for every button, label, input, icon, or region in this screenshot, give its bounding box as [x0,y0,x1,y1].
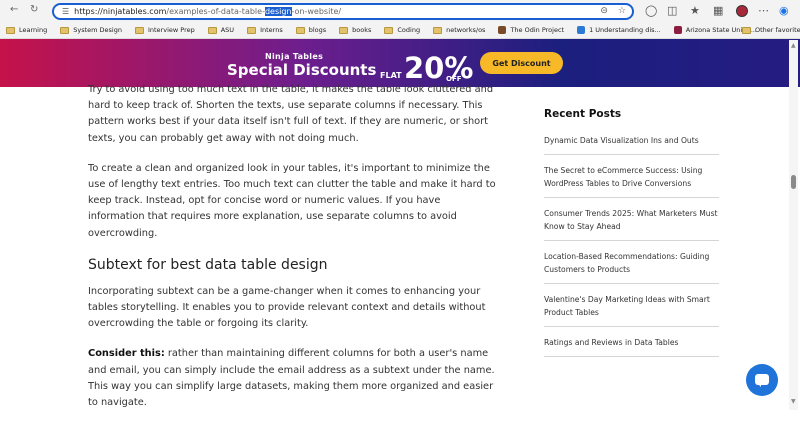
other-favorites[interactable]: Other favorites [742,26,800,34]
reader-mode-icon[interactable]: ⊝ [600,6,608,16]
section-heading: Subtext for best data table design [88,256,328,273]
article-body: Try to avoid using too much text in the … [88,84,496,425]
recent-post-link[interactable]: Valentine's Day Marketing Ideas with Sma… [544,293,719,327]
bookmark-item[interactable]: networks/os [433,26,485,34]
bookmark-item[interactable]: books [339,26,371,34]
favorite-star-icon[interactable]: ☆ [618,6,626,16]
bookmark-label: ASU [220,26,235,34]
bookmark-item[interactable]: Coding [384,26,420,34]
folder-icon [339,26,349,34]
folder-icon [433,26,443,34]
url-path: /examples-of-data-table- [166,7,265,16]
paragraph: Incorporating subtext can be a game-chan… [88,285,486,330]
sidebar-title: Recent Posts [544,108,622,120]
banner-percent: 20% [404,51,474,85]
recent-post-link[interactable]: Dynamic Data Visualization Ins and Outs [544,134,719,155]
bold-lead: Consider this: [88,348,165,360]
folder-icon [247,26,257,34]
bookmark-label: Interview Prep [147,26,195,34]
address-bar[interactable]: ☰ https://ninjatables.com /examples-of-d… [52,3,634,20]
bookmarks-bar: Learning System Design Interview Prep ASU In… [0,22,800,39]
bookmark-label: books [352,26,372,34]
folder-icon [384,26,394,34]
chat-button[interactable] [746,364,778,396]
site-favicon-icon [673,26,682,34]
banner-flat: FLAT [380,71,402,80]
paragraph: To create a clean and organized look in … [88,162,496,239]
banner-headline: Special Discounts [227,61,377,79]
get-discount-button[interactable]: Get Discount [480,52,563,74]
paragraph: Try to avoid using too much text in the … [88,84,494,144]
bookmark-label: 1 Understanding dis... [589,26,661,34]
bookmark-item[interactable]: System Design [60,26,122,34]
recent-posts-sidebar: Recent Posts Dynamic Data Visualization … [544,108,719,366]
recent-post-link[interactable]: Ratings and Reviews in Data Tables [544,336,719,357]
promo-banner[interactable]: Ninja Tables Special Discounts FLAT 20% … [0,39,800,87]
other-favorites-label: Other favorites [755,26,800,34]
bookmark-item[interactable]: Interns [247,26,283,34]
scrollbar-thumb[interactable] [791,175,796,189]
bookmark-item[interactable]: Interview Prep [134,26,195,34]
url-selected-text: design [264,7,292,16]
folder-icon [207,26,217,34]
site-favicon-icon [498,26,507,34]
bookmark-label: networks/os [446,26,486,34]
bookmark-label: Interns [260,26,283,34]
browser-toolbar: ← ↻ ☰ https://ninjatables.com /examples-… [0,0,800,22]
site-favicon-icon [577,26,586,34]
scroll-up-arrow-icon[interactable]: ▲ [791,42,796,49]
bookmark-item[interactable]: Learning [6,26,47,34]
back-icon[interactable]: ← [10,4,18,15]
split-screen-icon[interactable]: ◫ [667,4,677,17]
more-menu-icon[interactable]: ⋯ [758,4,769,17]
bookmark-label: System Design [73,26,122,34]
folder-icon [6,26,15,34]
bookmark-label: Learning [19,26,48,34]
chat-bubble-icon [755,374,769,387]
collections-icon[interactable]: ▦ [713,4,723,17]
recent-post-link[interactable]: Consumer Trends 2025: What Marketers Mus… [544,207,719,241]
folder-icon [134,26,144,34]
folder-icon [295,26,305,34]
bookmark-item[interactable]: 1 Understanding dis... [577,26,661,34]
folder-icon [60,26,70,34]
favorites-icon[interactable]: ★ [690,4,700,17]
bookmark-label: Coding [397,26,421,34]
bookmark-item[interactable]: ASU [207,26,235,34]
refresh-icon[interactable]: ↻ [30,4,38,15]
bookmark-item[interactable]: blogs [295,26,327,34]
bookmark-item[interactable]: The Odin Project [498,26,564,34]
paragraph: Consider this: rather than maintaining d… [88,346,496,411]
url-path-end: -on-website/ [291,7,342,16]
profile-avatar[interactable] [736,5,748,17]
recent-post-link[interactable]: The Secret to eCommerce Success: Using W… [544,164,719,198]
bookmark-label: The Odin Project [510,26,565,34]
bookmark-label: blogs [308,26,327,34]
site-info-icon[interactable]: ☰ [62,7,69,16]
url-host: https://ninjatables.com [74,7,167,16]
copilot-icon[interactable]: ◉ [779,4,789,17]
scrollbar-track[interactable] [789,40,798,410]
folder-icon [742,26,751,34]
scroll-down-arrow-icon[interactable]: ▼ [791,398,796,405]
extension-icon[interactable]: ◯ [645,4,657,17]
banner-brand: Ninja Tables [265,52,324,61]
recent-post-link[interactable]: Location-Based Recommendations: Guiding … [544,250,719,284]
